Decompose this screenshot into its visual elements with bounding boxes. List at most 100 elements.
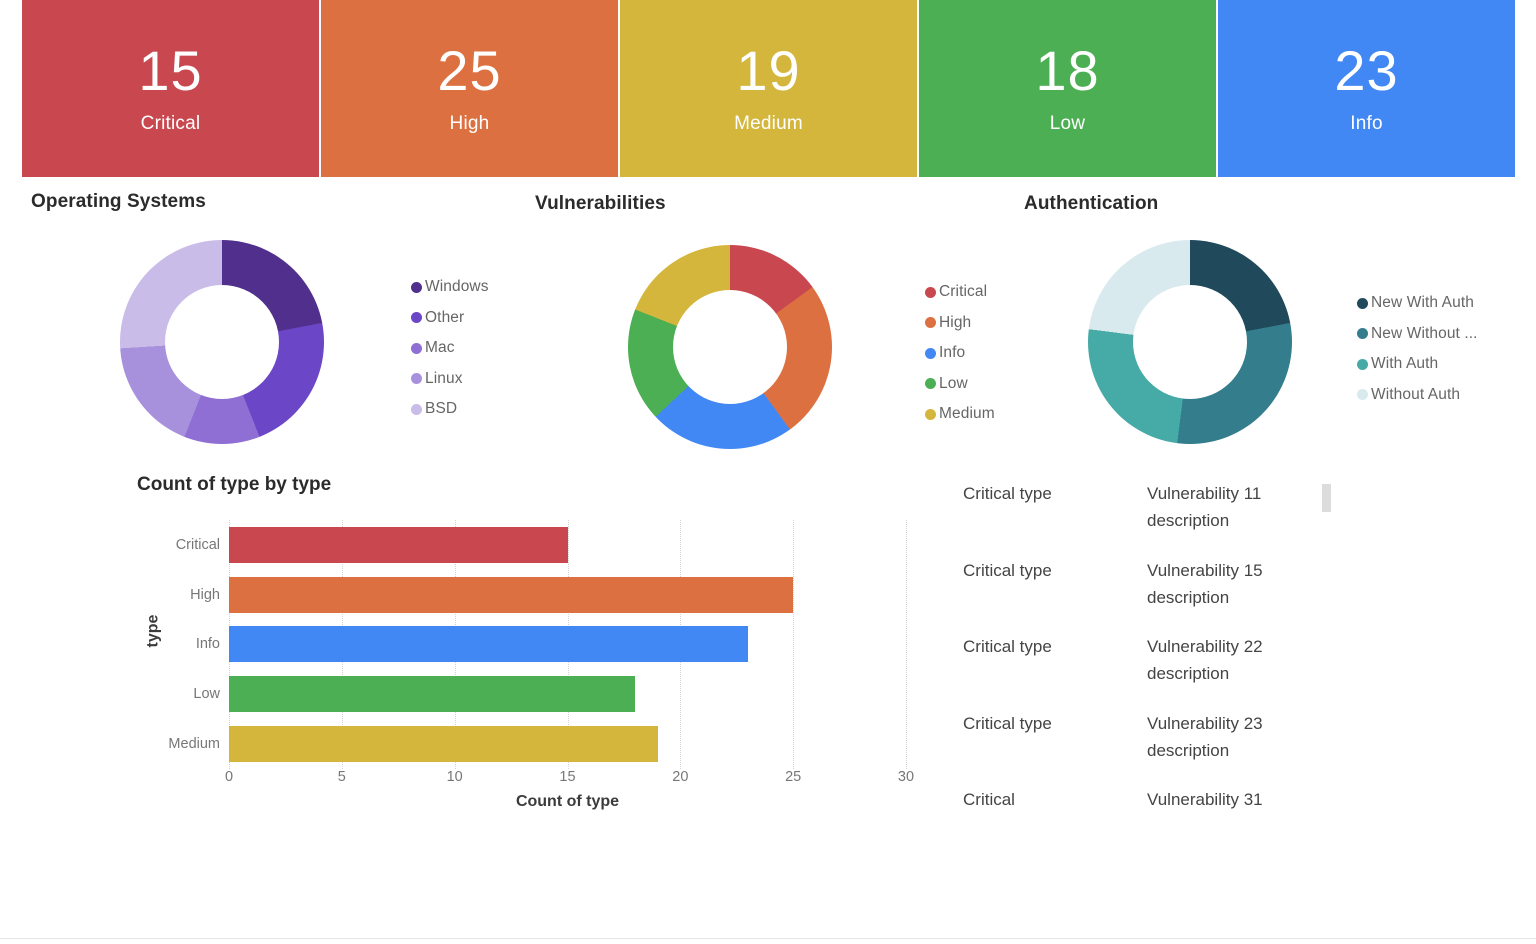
legend-color-swatch-icon bbox=[411, 403, 422, 415]
kpi-tile-info[interactable]: 23 Info bbox=[1218, 0, 1515, 177]
legend-item-low[interactable]: Low bbox=[925, 369, 995, 400]
kpi-tile-low[interactable]: 18 Low bbox=[919, 0, 1218, 177]
vulnerability-description: Vulnerability 31 bbox=[1147, 790, 1263, 809]
vulnerabilities-donut-chart[interactable] bbox=[628, 245, 832, 449]
legend-item-new-without-auth[interactable]: New Without ... bbox=[1357, 319, 1478, 350]
legend-item-with-auth[interactable]: With Auth bbox=[1357, 349, 1478, 380]
bar-category-label: Critical bbox=[175, 536, 220, 553]
bar-category-label: Medium bbox=[168, 736, 220, 753]
gridline bbox=[906, 520, 907, 769]
x-axis-tick-label: 10 bbox=[446, 769, 463, 785]
legend-item-other[interactable]: Other bbox=[411, 303, 489, 334]
x-axis-tick-label: 25 bbox=[785, 769, 802, 785]
kpi-label: Low bbox=[1049, 112, 1086, 134]
kpi-value: 15 bbox=[138, 38, 203, 102]
bar-chart-x-axis-label: Count of type bbox=[515, 793, 620, 810]
bar-chart-y-axis-label: type bbox=[144, 614, 162, 648]
bar-row[interactable]: High bbox=[190, 570, 906, 620]
legend-color-swatch-icon bbox=[1357, 328, 1368, 340]
legend-color-swatch-icon bbox=[925, 408, 936, 420]
kpi-label: Critical bbox=[140, 112, 201, 134]
kpi-label: High bbox=[449, 112, 490, 134]
vulnerability-type: Critical type bbox=[963, 560, 1052, 580]
bar-segment[interactable] bbox=[229, 726, 658, 763]
legend-label: With Auth bbox=[1371, 355, 1439, 373]
bar-segment[interactable] bbox=[229, 626, 749, 663]
count-of-type-bar-chart[interactable]: Count of type by type type Critical High I… bbox=[137, 474, 937, 814]
legend-item-without-auth[interactable]: Without Auth bbox=[1357, 380, 1478, 411]
vulnerability-list-scrollbar[interactable] bbox=[1322, 480, 1331, 810]
vulnerability-type: Critical type bbox=[963, 484, 1052, 503]
bar-category-label: Low bbox=[193, 686, 220, 703]
scrollbar-thumb[interactable] bbox=[1322, 484, 1331, 512]
bar-row[interactable]: Info bbox=[196, 620, 906, 670]
vulnerability-description: Vulnerability 11 description bbox=[1147, 484, 1262, 530]
legend-item-linux[interactable]: Linux bbox=[411, 364, 489, 395]
legend-item-windows[interactable]: Windows bbox=[411, 272, 489, 303]
x-axis-tick-label: 5 bbox=[337, 769, 346, 785]
x-axis-tick-label: 20 bbox=[672, 769, 689, 785]
bar-chart-x-axis: Count of type 0 5 10 15 20 25 30 bbox=[225, 769, 914, 815]
kpi-value: 23 bbox=[1334, 38, 1399, 102]
legend-color-swatch-icon bbox=[925, 378, 936, 390]
panel-title-vulnerabilities: Vulnerabilities bbox=[535, 193, 666, 214]
operating-systems-legend: Windows Other Mac Linux BSD bbox=[411, 272, 489, 425]
operating-systems-donut-chart[interactable] bbox=[120, 240, 324, 444]
kpi-label: Medium bbox=[734, 112, 803, 134]
legend-label: Medium bbox=[939, 405, 995, 423]
vulnerability-list[interactable]: Critical type Vulnerability 11 descriptio… bbox=[963, 480, 1343, 810]
kpi-tile-critical[interactable]: 15 Critical bbox=[22, 0, 321, 177]
legend-label: Without Auth bbox=[1371, 385, 1461, 403]
bar-row[interactable]: Medium bbox=[168, 719, 906, 769]
vulnerability-list-item[interactable]: Critical type Vulnerability 22 descriptio… bbox=[963, 633, 1343, 710]
kpi-value: 18 bbox=[1035, 38, 1100, 102]
kpi-value: 19 bbox=[736, 38, 801, 102]
legend-item-bsd[interactable]: BSD bbox=[411, 394, 489, 425]
legend-color-swatch-icon bbox=[925, 286, 936, 298]
legend-item-critical[interactable]: Critical bbox=[925, 277, 995, 308]
bottom-divider bbox=[0, 938, 1536, 939]
vulnerability-list-item[interactable]: Critical type Vulnerability 15 descriptio… bbox=[963, 557, 1343, 634]
bar-category-label: High bbox=[190, 586, 220, 603]
legend-item-mac[interactable]: Mac bbox=[411, 333, 489, 364]
bar-segment[interactable] bbox=[229, 576, 794, 613]
donut-ring bbox=[120, 240, 324, 444]
x-axis-tick-label: 0 bbox=[224, 769, 234, 785]
vulnerability-list-item[interactable]: Critical type Vulnerability 23 descriptio… bbox=[963, 710, 1343, 787]
legend-item-high[interactable]: High bbox=[925, 308, 995, 339]
legend-color-swatch-icon bbox=[1357, 389, 1368, 401]
legend-color-swatch-icon bbox=[411, 373, 422, 385]
legend-label: Critical bbox=[939, 283, 988, 301]
legend-item-medium[interactable]: Medium bbox=[925, 399, 995, 430]
vulnerability-list-item[interactable]: Critical Vulnerability 31 bbox=[963, 786, 1343, 810]
x-axis-tick-label: 30 bbox=[897, 769, 915, 785]
vulnerability-list-item[interactable]: Critical type Vulnerability 11 descriptio… bbox=[963, 480, 1343, 557]
legend-label: Linux bbox=[425, 369, 463, 387]
legend-label: New Without ... bbox=[1371, 324, 1478, 342]
legend-item-info[interactable]: Info bbox=[925, 338, 995, 369]
donut-ring bbox=[628, 245, 832, 449]
bar-chart-title: Count of type by type bbox=[137, 474, 332, 495]
kpi-summary-strip: 15 Critical 25 High 19 Medium 18 Low 23 … bbox=[22, 0, 1515, 177]
bar-row[interactable]: Critical bbox=[176, 520, 906, 570]
legend-color-swatch-icon bbox=[411, 342, 422, 354]
bar-segment[interactable] bbox=[229, 526, 568, 563]
bar-segment[interactable] bbox=[229, 676, 636, 713]
kpi-tile-high[interactable]: 25 High bbox=[321, 0, 620, 177]
legend-item-new-with-auth[interactable]: New With Auth bbox=[1357, 288, 1478, 319]
x-axis-tick-label: 15 bbox=[559, 769, 576, 785]
authentication-legend: New With Auth New Without ... With Auth … bbox=[1357, 288, 1478, 410]
panel-title-authentication: Authentication bbox=[1024, 193, 1159, 214]
vulnerability-description: Vulnerability 22 description bbox=[1147, 637, 1263, 683]
vulnerability-description: Vulnerability 15 description bbox=[1147, 560, 1263, 607]
authentication-donut-chart[interactable] bbox=[1088, 240, 1292, 444]
donut-ring bbox=[1088, 240, 1292, 444]
legend-label: Windows bbox=[425, 278, 489, 296]
legend-color-swatch-icon bbox=[925, 317, 936, 329]
bar-row[interactable]: Low bbox=[193, 669, 906, 719]
legend-label: Low bbox=[939, 374, 968, 392]
legend-color-swatch-icon bbox=[411, 281, 422, 293]
legend-color-swatch-icon bbox=[1357, 297, 1368, 309]
kpi-label: Info bbox=[1350, 112, 1383, 134]
kpi-tile-medium[interactable]: 19 Medium bbox=[620, 0, 919, 177]
